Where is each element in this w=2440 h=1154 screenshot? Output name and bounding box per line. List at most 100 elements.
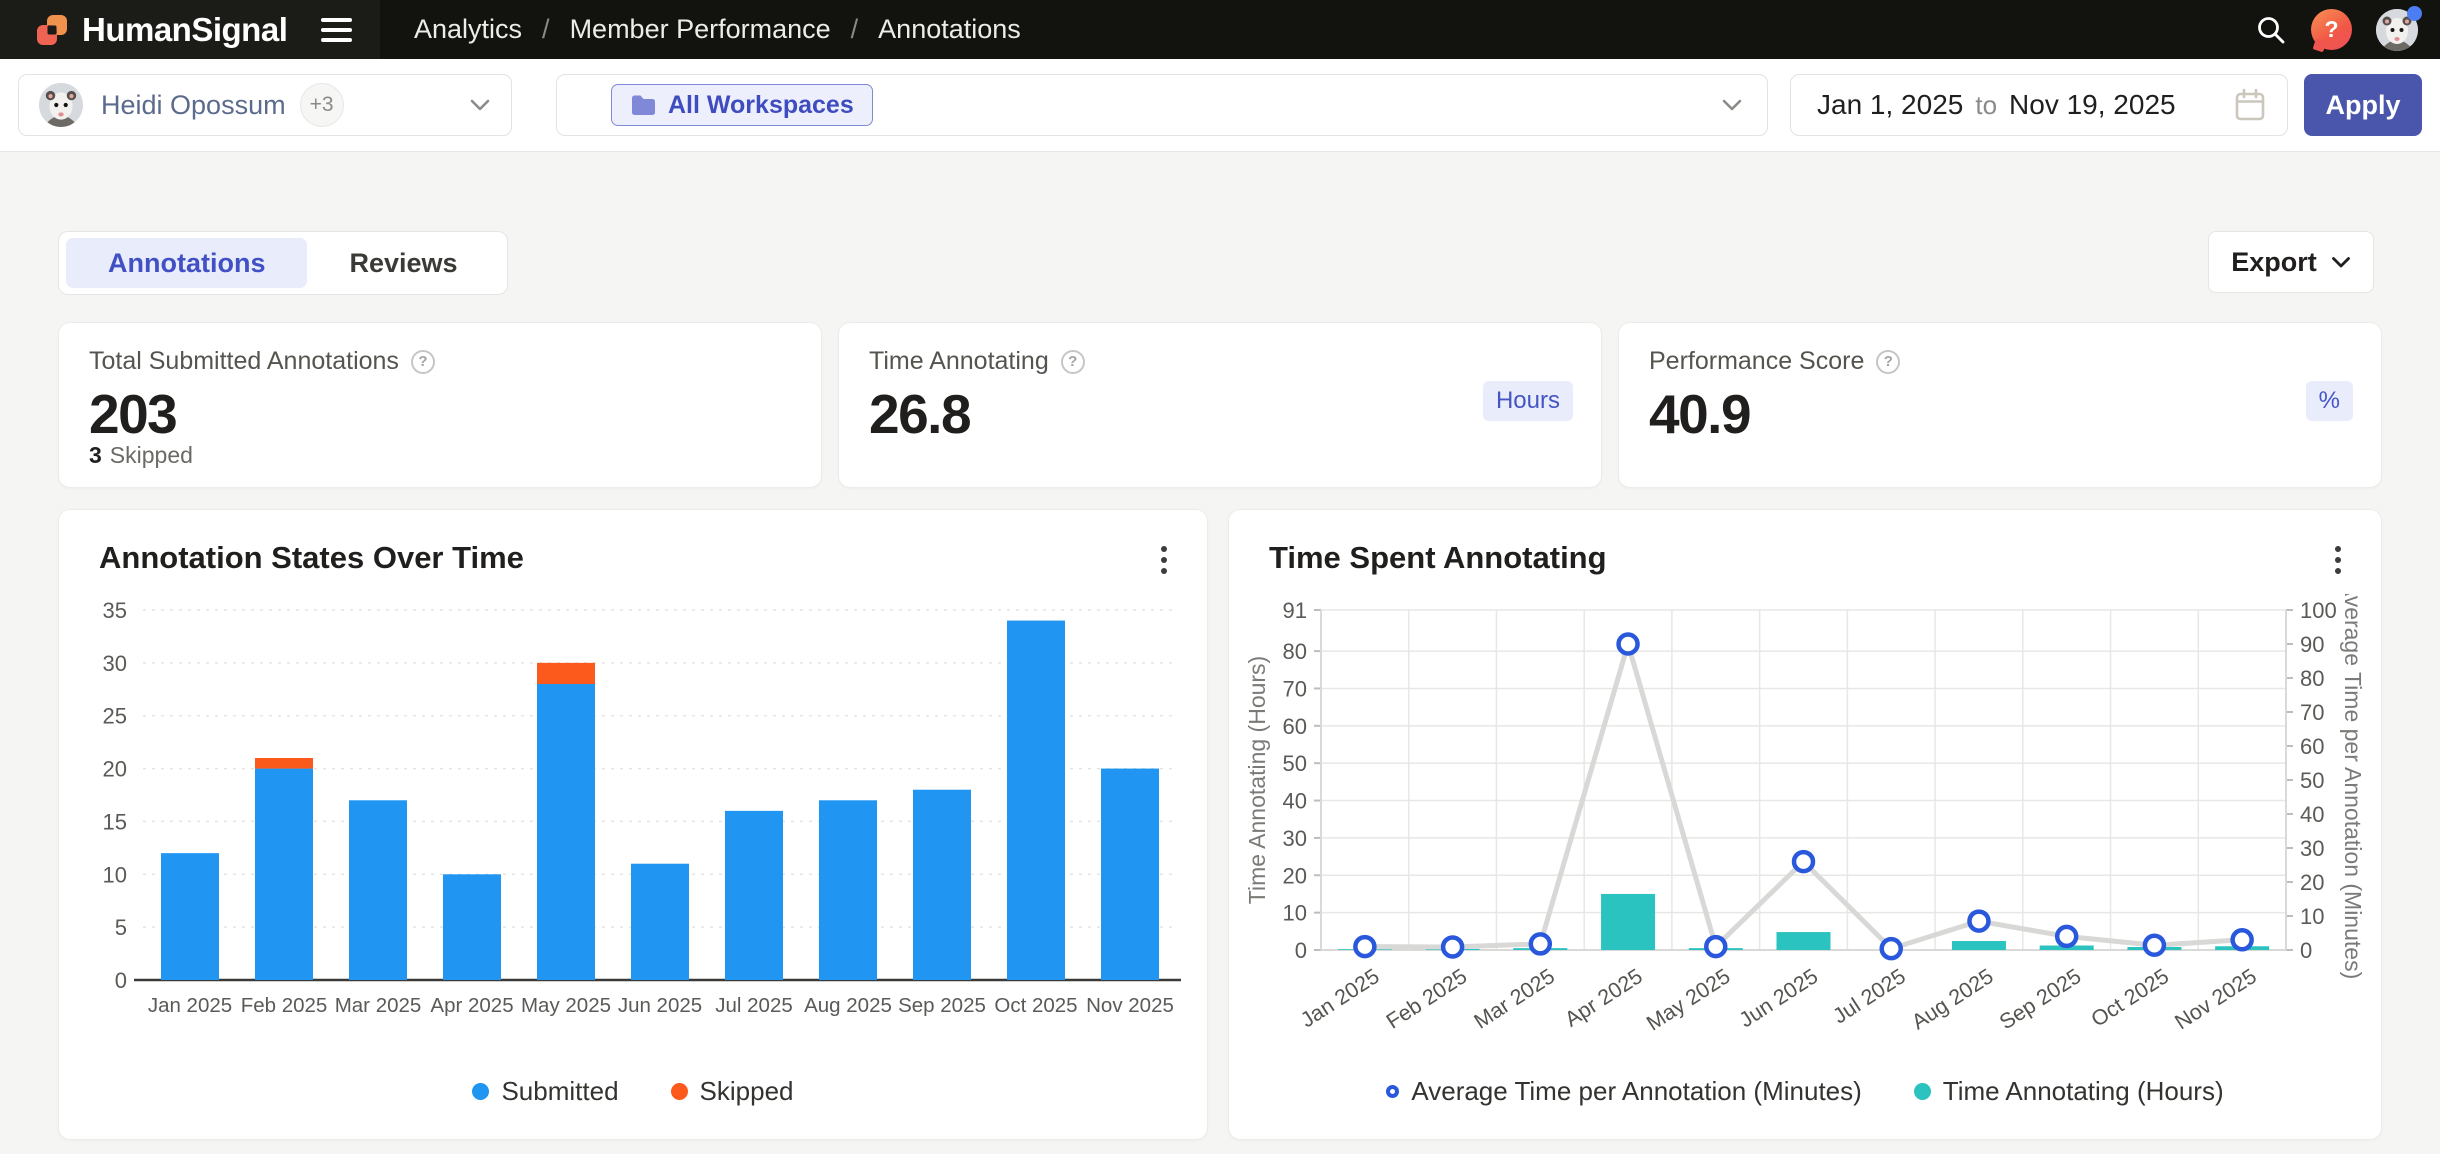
svg-text:Apr 2025: Apr 2025 [430, 994, 513, 1017]
time-spent-plot: 0102030405060708091010203040506070809010… [1245, 594, 2367, 1064]
svg-text:0: 0 [115, 968, 127, 993]
svg-text:Feb 2025: Feb 2025 [241, 994, 328, 1017]
svg-text:Jun 2025: Jun 2025 [1735, 964, 1822, 1032]
svg-text:Sep 2025: Sep 2025 [1995, 964, 2085, 1034]
svg-text:Average Time per Annotation (M: Average Time per Annotation (Minutes) [2340, 594, 2366, 979]
svg-text:Aug 2025: Aug 2025 [1907, 964, 1997, 1034]
info-icon[interactable]: ? [1876, 350, 1900, 374]
export-label: Export [2231, 247, 2317, 278]
svg-text:Oct 2025: Oct 2025 [994, 994, 1077, 1017]
svg-text:Time Annotating (Hours): Time Annotating (Hours) [1245, 656, 1270, 904]
svg-text:Mar 2025: Mar 2025 [1470, 964, 1559, 1034]
svg-text:10: 10 [2300, 904, 2324, 929]
svg-text:Aug 2025: Aug 2025 [804, 994, 892, 1017]
svg-text:Jul 2025: Jul 2025 [715, 994, 793, 1017]
svg-text:Jan 2025: Jan 2025 [1296, 964, 1383, 1032]
annotation-states-plot: 05101520253035Jan 2025Feb 2025Mar 2025Ap… [79, 594, 1189, 1034]
kebab-menu-icon[interactable] [1157, 542, 1171, 578]
legend-item-hours[interactable]: Time Annotating (Hours) [1914, 1076, 2224, 1107]
svg-text:Mar 2025: Mar 2025 [335, 994, 422, 1017]
top-bar: HumanSignal Analytics / Member Performan… [0, 0, 2440, 59]
info-icon[interactable]: ? [1061, 350, 1085, 374]
svg-text:Nov 2025: Nov 2025 [1086, 994, 1174, 1017]
brand-name: HumanSignal [82, 11, 287, 49]
chevron-down-icon [2331, 256, 2351, 269]
info-icon[interactable]: ? [411, 350, 435, 374]
tab-reviews[interactable]: Reviews [307, 238, 499, 288]
svg-text:May 2025: May 2025 [1642, 964, 1734, 1036]
svg-text:Jul 2025: Jul 2025 [1829, 964, 1910, 1028]
stat-label: Total Submitted Annotations [89, 347, 399, 376]
svg-text:40: 40 [2300, 802, 2324, 827]
apply-button[interactable]: Apply [2304, 74, 2422, 136]
legend-item-skipped[interactable]: Skipped [671, 1076, 794, 1107]
member-select[interactable]: Heidi Opossum +3 [18, 74, 512, 136]
help-icon[interactable]: ? [2311, 9, 2352, 50]
top-bar-actions: ? [2255, 9, 2418, 51]
svg-text:50: 50 [2300, 768, 2324, 793]
extra-members-badge: +3 [300, 83, 344, 127]
breadcrumb-member-performance[interactable]: Member Performance [570, 14, 831, 45]
top-bar-brand-section: HumanSignal [0, 0, 380, 59]
humansignal-logo-icon [34, 12, 70, 48]
svg-text:70: 70 [1283, 676, 1307, 701]
svg-text:0: 0 [1295, 938, 1307, 963]
export-button[interactable]: Export [2208, 231, 2374, 293]
user-avatar[interactable] [2376, 9, 2418, 51]
svg-text:Jun 2025: Jun 2025 [618, 994, 702, 1017]
stat-value: 26.8 [869, 382, 1571, 446]
svg-text:Jan 2025: Jan 2025 [148, 994, 232, 1017]
brand-logo[interactable]: HumanSignal [34, 11, 287, 49]
charts-section: Annotation States Over Time 051015202530… [58, 509, 2382, 1140]
svg-text:20: 20 [1283, 863, 1307, 888]
stat-card-performance-score: Performance Score ? 40.9 % [1618, 322, 2382, 488]
folder-icon [630, 94, 657, 117]
legend-item-submitted[interactable]: Submitted [472, 1076, 618, 1107]
svg-text:25: 25 [103, 704, 127, 729]
legend-dot [472, 1083, 489, 1100]
stat-value: 203 [89, 382, 791, 446]
menu-icon[interactable] [321, 18, 352, 42]
legend-ring [1386, 1085, 1399, 1098]
tab-annotations[interactable]: Annotations [66, 238, 307, 288]
legend-dot [1914, 1083, 1931, 1100]
svg-text:100: 100 [2300, 598, 2337, 623]
unit-badge: Hours [1483, 381, 1573, 421]
date-to: Nov 19, 2025 [2009, 89, 2176, 121]
svg-text:20: 20 [2300, 870, 2324, 895]
kebab-menu-icon[interactable] [2331, 542, 2345, 578]
svg-text:30: 30 [1283, 826, 1307, 851]
member-avatar [39, 83, 83, 127]
filter-bar: Heidi Opossum +3 All Workspaces Jan 1, 2… [0, 59, 2440, 152]
svg-text:50: 50 [1283, 751, 1307, 776]
date-range-picker[interactable]: Jan 1, 2025 to Nov 19, 2025 [1790, 74, 2288, 136]
stat-cards: Total Submitted Annotations ? 203 3Skipp… [58, 322, 2382, 488]
chevron-down-icon [469, 98, 491, 112]
svg-text:10: 10 [1283, 901, 1307, 926]
svg-text:30: 30 [103, 651, 127, 676]
view-tabs: Annotations Reviews [58, 231, 508, 295]
breadcrumb: Analytics / Member Performance / Annotat… [414, 14, 1021, 45]
chart-title: Annotation States Over Time [99, 540, 524, 576]
svg-text:0: 0 [2300, 938, 2312, 963]
member-name: Heidi Opossum [101, 90, 286, 121]
date-from: Jan 1, 2025 [1817, 89, 1963, 121]
svg-text:60: 60 [1283, 714, 1307, 739]
svg-text:May 2025: May 2025 [521, 994, 611, 1017]
workspace-chip[interactable]: All Workspaces [611, 84, 873, 126]
svg-text:30: 30 [2300, 836, 2324, 861]
legend-item-avg-time[interactable]: Average Time per Annotation (Minutes) [1386, 1076, 1861, 1107]
svg-text:40: 40 [1283, 789, 1307, 814]
svg-text:20: 20 [103, 757, 127, 782]
breadcrumb-analytics[interactable]: Analytics [414, 14, 522, 45]
workspace-select[interactable]: All Workspaces [556, 74, 1768, 136]
breadcrumb-separator: / [542, 14, 550, 45]
svg-text:Sep 2025: Sep 2025 [898, 994, 986, 1017]
svg-text:Apr 2025: Apr 2025 [1561, 964, 1647, 1032]
svg-text:70: 70 [2300, 700, 2324, 725]
stat-label: Performance Score [1649, 347, 1864, 376]
date-range-to-word: to [1975, 90, 1997, 121]
svg-text:80: 80 [1283, 639, 1307, 664]
svg-text:15: 15 [103, 809, 127, 834]
search-icon[interactable] [2255, 14, 2287, 46]
